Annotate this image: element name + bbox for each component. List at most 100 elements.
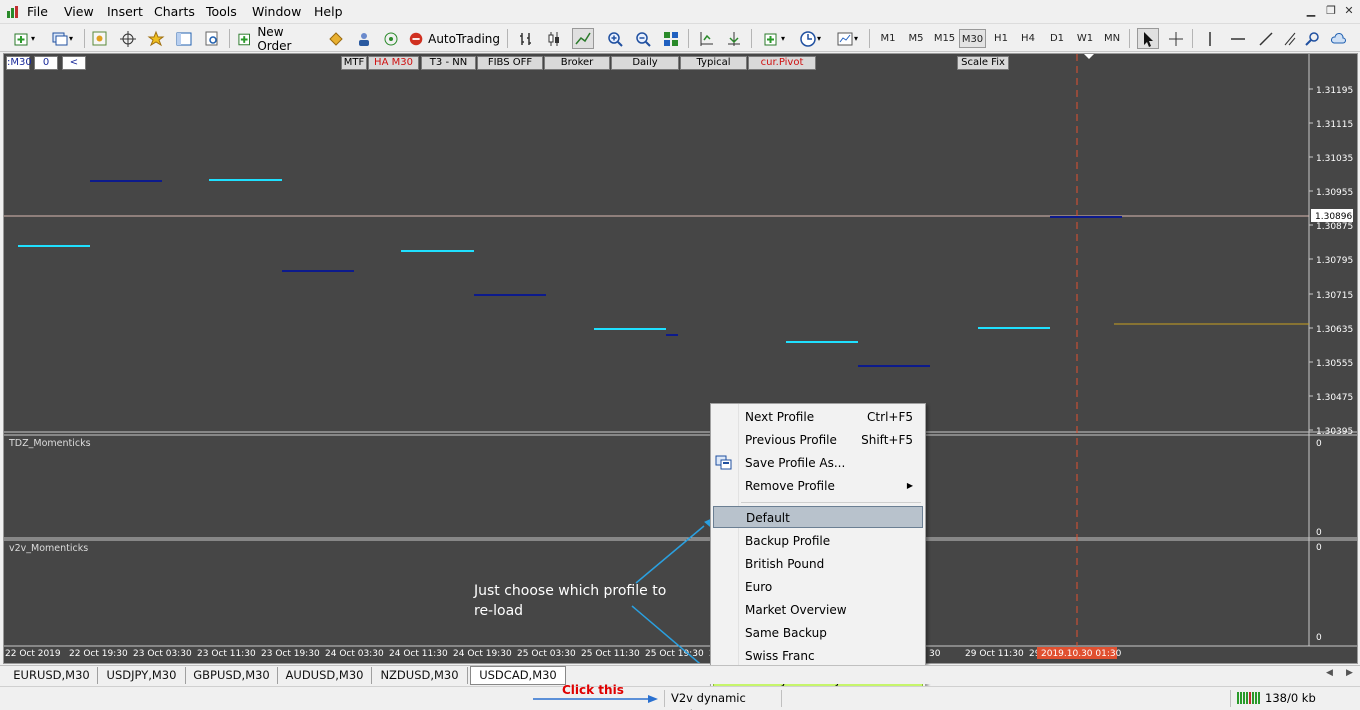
menu-tools[interactable]: Tools [206, 4, 237, 19]
time-label: 24 Oct 03:30 [325, 649, 384, 659]
time-label: 25 Oct 19:30 [645, 649, 704, 659]
community-button[interactable] [1328, 28, 1350, 49]
fibs-off-button[interactable]: FIBS OFF [477, 56, 543, 70]
menu-profile-label: Same Backup [745, 626, 827, 640]
terminal-button[interactable] [174, 28, 194, 49]
timeframe-d1[interactable]: D1 [1045, 29, 1069, 48]
menu-remove-profile[interactable]: Remove Profile ▶ [713, 475, 923, 497]
menu-previous-profile[interactable]: Previous Profile Shift+F5 [713, 429, 923, 451]
new-order-button[interactable]: New Order [237, 25, 319, 53]
menu-profile-swiss-franc[interactable]: Swiss Franc [713, 645, 923, 667]
timeframe-indicator-button[interactable]: :M30 [6, 56, 32, 70]
menu-profile-backup[interactable]: Backup Profile [713, 530, 923, 552]
navigator-button[interactable] [146, 28, 166, 49]
restore-icon[interactable]: ❐ [1324, 4, 1338, 18]
timeframe-mn[interactable]: MN [1100, 29, 1124, 48]
pitchfork-button[interactable] [1280, 28, 1300, 49]
menu-next-profile-label: Next Profile [745, 410, 815, 424]
market-watch-button[interactable] [90, 28, 110, 49]
timeframe-m5[interactable]: M5 [904, 29, 928, 48]
ha-m30-button[interactable]: HA M30 [368, 56, 419, 70]
tab-eurusd[interactable]: EURUSD,M30 [6, 667, 98, 684]
candle-chart-button[interactable] [544, 28, 564, 49]
status-traffic: 138/0 kb [1265, 691, 1316, 705]
crosshair-draw-button[interactable] [1166, 28, 1186, 49]
chart-canvas[interactable]: 1.31195 1.31115 1.31035 1.30955 1.30875 … [4, 54, 1358, 664]
new-chart-button[interactable]: ▾ [8, 28, 40, 49]
shift-back-button[interactable]: < [62, 56, 86, 70]
tab-usdcad[interactable]: USDCAD,M30 [470, 666, 566, 685]
close-icon[interactable]: ✕ [1342, 4, 1356, 18]
time-label: 29 Oct 11:30 [965, 649, 1024, 659]
text-tool-button[interactable] [1302, 28, 1322, 49]
daily-button[interactable]: Daily [611, 56, 679, 70]
chart-window[interactable]: 1.31195 1.31115 1.31035 1.30955 1.30875 … [3, 53, 1358, 664]
time-label: 25 Oct 11:30 [581, 649, 640, 659]
t3-nn-button[interactable]: T3 - NN [421, 56, 476, 70]
mtf-button[interactable]: MTF [341, 56, 367, 70]
tab-audusd[interactable]: AUDUSD,M30 [278, 667, 372, 684]
indicator1-scale-top: 0 [1316, 439, 1322, 449]
tab-usdjpy[interactable]: USDJPY,M30 [98, 667, 186, 684]
menu-profile-market-overview[interactable]: Market Overview [713, 599, 923, 621]
timeframe-w1[interactable]: W1 [1073, 29, 1097, 48]
profiles-button[interactable]: ▾ [46, 28, 78, 49]
status-connection[interactable]: 138/0 kb [1230, 690, 1360, 707]
cur-pivot-button[interactable]: cur.Pivot [748, 56, 816, 70]
menu-profile-euro[interactable]: Euro [713, 576, 923, 598]
scale-fix-button[interactable]: Scale Fix [957, 56, 1009, 70]
timeframe-m30[interactable]: M30 [959, 29, 986, 48]
zoom-out-button[interactable] [633, 28, 653, 49]
shift-zero-button[interactable]: 0 [34, 56, 58, 70]
menu-insert[interactable]: Insert [107, 4, 143, 19]
indicators-icon [764, 33, 777, 45]
strategy-tester-button[interactable] [202, 28, 222, 49]
clock-icon [800, 30, 816, 47]
metaeditor-button[interactable] [326, 28, 346, 49]
timeframe-h4[interactable]: H4 [1016, 29, 1040, 48]
crosshair-tool-button[interactable] [118, 28, 138, 49]
menu-save-profile-as[interactable]: Save Profile As... [713, 452, 923, 474]
tab-scroll-right-icon[interactable]: ▶ [1346, 668, 1353, 678]
menu-file[interactable]: File [27, 4, 48, 19]
periods-button[interactable]: ▾ [795, 28, 825, 49]
broker-button[interactable]: Broker [544, 56, 610, 70]
tab-nzdusd[interactable]: NZDUSD,M30 [372, 667, 468, 684]
tab-scroll-left-icon[interactable]: ◀ [1326, 668, 1333, 678]
indicator2-scale-top: 0 [1316, 543, 1322, 553]
status-profile[interactable]: V2v dynamic system [664, 690, 782, 710]
vertical-line-button[interactable] [1200, 28, 1220, 49]
menu-view[interactable]: View [64, 4, 94, 19]
chart-shift-button[interactable] [696, 28, 716, 49]
timeframe-h1[interactable]: H1 [989, 29, 1013, 48]
timeframe-m15[interactable]: M15 [931, 29, 958, 48]
timeframe-m1[interactable]: M1 [876, 29, 900, 48]
signals-button[interactable] [354, 28, 374, 49]
templates-button[interactable]: ▾ [832, 28, 862, 49]
menu-profile-same-backup[interactable]: Same Backup [713, 622, 923, 644]
tile-windows-button[interactable] [661, 28, 681, 49]
horizontal-line-button[interactable] [1228, 28, 1248, 49]
menu-profile-british-pound[interactable]: British Pound [713, 553, 923, 575]
cursor-tool-button[interactable] [1137, 28, 1159, 49]
line-chart-button[interactable] [572, 28, 594, 49]
autotrading-button[interactable]: AutoTrading [408, 28, 500, 49]
menu-profile-default[interactable]: Default [713, 506, 923, 528]
zoom-in-button[interactable] [605, 28, 625, 49]
price-label: 1.30635 [1316, 325, 1353, 335]
menu-help[interactable]: Help [314, 4, 343, 19]
menu-charts[interactable]: Charts [154, 4, 195, 19]
typical-button[interactable]: Typical [680, 56, 747, 70]
minimize-icon[interactable]: ▁ [1304, 4, 1318, 18]
indicator1-scale-bottom: 0 [1316, 528, 1322, 538]
bar-chart-button[interactable] [516, 28, 536, 49]
menu-next-profile[interactable]: Next Profile Ctrl+F5 [713, 406, 923, 428]
submenu-arrow-icon: ▶ [906, 481, 913, 490]
menu-window[interactable]: Window [252, 4, 301, 19]
tab-gbpusd[interactable]: GBPUSD,M30 [186, 667, 278, 684]
indicators-button[interactable]: ▾ [759, 28, 789, 49]
auto-scroll-button[interactable] [724, 28, 744, 49]
connection-bars-icon [1237, 692, 1260, 704]
radio-button[interactable] [381, 28, 401, 49]
trendline-button[interactable] [1256, 28, 1276, 49]
